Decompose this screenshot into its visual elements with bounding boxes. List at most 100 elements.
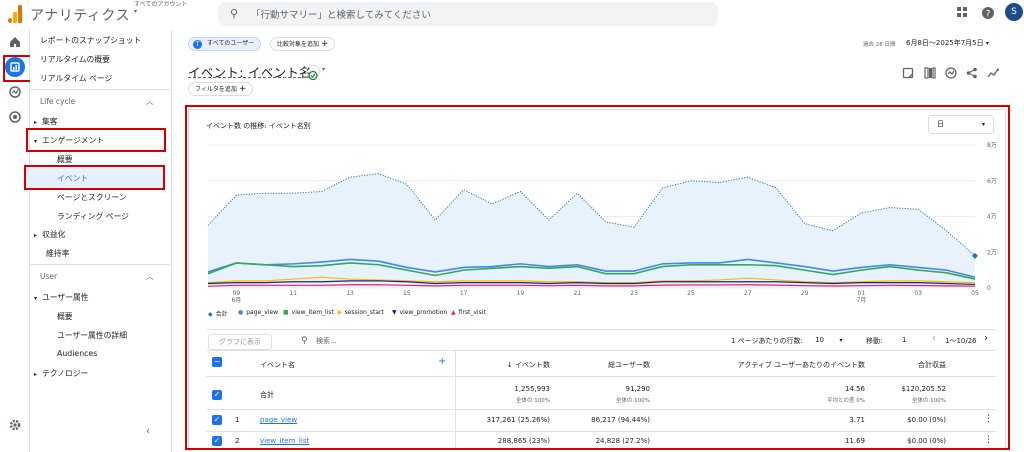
sidebar-item-pages-screens[interactable]: ページとスクリーン: [57, 192, 127, 203]
col-total-revenue[interactable]: 合計収益: [880, 360, 946, 370]
col-event-name[interactable]: イベント名: [260, 360, 295, 370]
sidebar-item-label: 収益化: [41, 230, 66, 239]
total-revenue-sub: 全体の 100%: [912, 398, 946, 404]
total-per-user-sub: 平均との差 0%: [827, 398, 865, 404]
sidebar-item-label: テクノロジー: [41, 369, 89, 378]
col-total-users[interactable]: 総ユーザー数: [570, 360, 650, 370]
search-bar[interactable]: ⚲ 「行動サマリー」と検索してみてください: [218, 2, 718, 26]
home-icon[interactable]: [8, 36, 22, 51]
col-event-count[interactable]: ↓ イベント数: [470, 360, 550, 370]
sidebar-item-audiences[interactable]: Audiences: [57, 349, 97, 358]
analytics-logo-icon[interactable]: [8, 5, 22, 23]
divider: [206, 431, 996, 432]
col-events-per-user[interactable]: アクティブ ユーザーあたりのイベント数: [700, 360, 865, 370]
row-checkbox[interactable]: ✓: [212, 436, 222, 446]
rows-per-page-select[interactable]: 10 ▾: [815, 336, 843, 344]
chevron-up-icon[interactable]: ︿: [146, 271, 154, 282]
share-icon[interactable]: [966, 64, 978, 83]
add-comparison-chip[interactable]: 比較対象を追加 +: [270, 37, 336, 51]
apps-grid-icon[interactable]: [955, 6, 969, 20]
nav-rail: [0, 30, 30, 452]
segment-all-users-chip[interactable]: T すべてのユーザー: [188, 37, 262, 51]
legend-label: first_visit: [458, 309, 486, 316]
chip-label: フィルタを追加: [195, 86, 237, 93]
row-per-user: 3.71: [849, 416, 865, 424]
svg-text:?: ?: [986, 10, 991, 20]
table-search-input[interactable]: 検索...: [316, 336, 337, 346]
sidebar-item-realtime-overview[interactable]: リアルタイムの概要: [40, 54, 110, 65]
x-tick-label: 15: [403, 290, 411, 297]
legend-label: session_start: [344, 309, 384, 316]
avatar[interactable]: S: [1005, 3, 1023, 21]
total-revenue: $120,205.52: [901, 385, 946, 393]
event-link-page-view[interactable]: page_view: [260, 416, 297, 424]
chevron-up-icon[interactable]: ︿: [146, 96, 154, 107]
total-per-user: 14.56: [844, 385, 865, 393]
total-checkbox[interactable]: ✓: [212, 390, 222, 400]
legend-marker-icon: ◆: [208, 311, 213, 318]
explore-icon[interactable]: [8, 86, 22, 101]
line-chart: 8万 6万 4万 2万 0 09 11 13 15 17 19 21 23 25 27 29 01 03 05 6月 7…: [207, 142, 997, 303]
help-icon[interactable]: ?: [981, 6, 995, 20]
legend-item[interactable]: ■ view_item_list: [283, 309, 334, 316]
sidebar-item-demo-details[interactable]: ユーザー属性の詳細: [57, 330, 127, 341]
account-selector[interactable]: すべてのアカウント ▾: [134, 1, 187, 15]
y-tick-label: 2万: [987, 249, 997, 256]
legend-label: view_item_list: [291, 309, 334, 316]
collapse-chevron-icon[interactable]: ‹: [146, 426, 150, 437]
sidebar-item-monetization[interactable]: ▸ 収益化: [34, 229, 65, 240]
chart-title: イベント数 の推移: イベント名別: [206, 122, 311, 130]
legend-item[interactable]: ● page_view: [238, 309, 278, 316]
sidebar-item-landing-page[interactable]: ランディング ページ: [57, 211, 129, 222]
row-more-icon[interactable]: ⋮: [984, 435, 993, 445]
total-users-sub: 全体の 100%: [616, 398, 650, 404]
legend-item[interactable]: ▲ first_visit: [451, 309, 486, 316]
title-dropdown-icon[interactable]: ▾: [322, 66, 325, 73]
sidebar-item-retention[interactable]: 維持率: [46, 248, 69, 259]
sidebar-item-demo-overview[interactable]: 概要: [57, 311, 73, 322]
date-prefix: 過去 28 日間: [863, 42, 896, 48]
chip-label: すべてのユーザー: [207, 40, 255, 47]
caret-right-icon: ▸: [34, 232, 38, 239]
sidebar-item-technology[interactable]: ▸ テクノロジー: [34, 368, 88, 379]
add-filter-chip[interactable]: フィルタを追加 +: [188, 82, 254, 96]
date-range: 6月8日～2025年7月5日: [906, 39, 984, 47]
event-link-view-item-list[interactable]: view_item_list: [260, 437, 309, 445]
plot-rows-button[interactable]: グラフに表示: [208, 334, 272, 350]
row-checkbox[interactable]: ✓: [212, 415, 222, 425]
sidebar-item-overview[interactable]: 概要: [57, 154, 73, 165]
sidebar-item-label: ユーザー属性: [41, 293, 89, 302]
next-page-icon[interactable]: ›: [984, 333, 988, 344]
legend-item[interactable]: ◆ 合計: [208, 309, 228, 318]
legend-item[interactable]: ◆ session_start: [337, 309, 384, 316]
divider: [206, 376, 996, 377]
date-range-selector[interactable]: 6月8日～2025年7月5日 ▾: [906, 38, 989, 48]
insights-icon[interactable]: [945, 64, 957, 83]
legend-label: 合計: [215, 311, 228, 318]
prev-page-icon[interactable]: ‹: [932, 333, 936, 344]
all-users-icon: T: [193, 40, 202, 49]
row-more-icon[interactable]: ⋮: [984, 414, 993, 424]
sidebar-item-demographics[interactable]: ▾ ユーザー属性: [34, 292, 89, 303]
advertising-icon[interactable]: [8, 111, 22, 126]
add-dimension-icon[interactable]: +: [438, 356, 446, 367]
customize-report-icon[interactable]: [924, 64, 936, 83]
annotation-icon[interactable]: [902, 64, 914, 83]
legend-item[interactable]: ▼ view_promotion: [392, 309, 447, 316]
sidebar-item-realtime-pages[interactable]: リアルタイム ページ: [40, 73, 112, 84]
granularity-select[interactable]: 日 ▾: [928, 115, 994, 134]
dropdown-arrow-icon: ▾: [839, 337, 843, 344]
caret-right-icon: ▸: [34, 371, 38, 378]
status-check-icon[interactable]: [306, 65, 320, 81]
row-per-user: 11.69: [844, 437, 865, 445]
select-all-checkbox[interactable]: −: [212, 357, 222, 367]
settings-gear-icon[interactable]: [8, 419, 22, 434]
x-tick-label: 11: [289, 290, 297, 297]
trend-sparkle-icon[interactable]: [987, 64, 1000, 83]
goto-input[interactable]: 1: [902, 336, 906, 344]
legend-label: page_view: [246, 309, 279, 316]
sidebar-item-snapshot[interactable]: レポートのスナップショット: [40, 35, 141, 46]
sidebar-item-acquisition[interactable]: ▸ 集客: [34, 116, 58, 127]
x-tick-sublabel: 7月: [856, 297, 866, 303]
x-tick-label: 05: [971, 290, 979, 297]
